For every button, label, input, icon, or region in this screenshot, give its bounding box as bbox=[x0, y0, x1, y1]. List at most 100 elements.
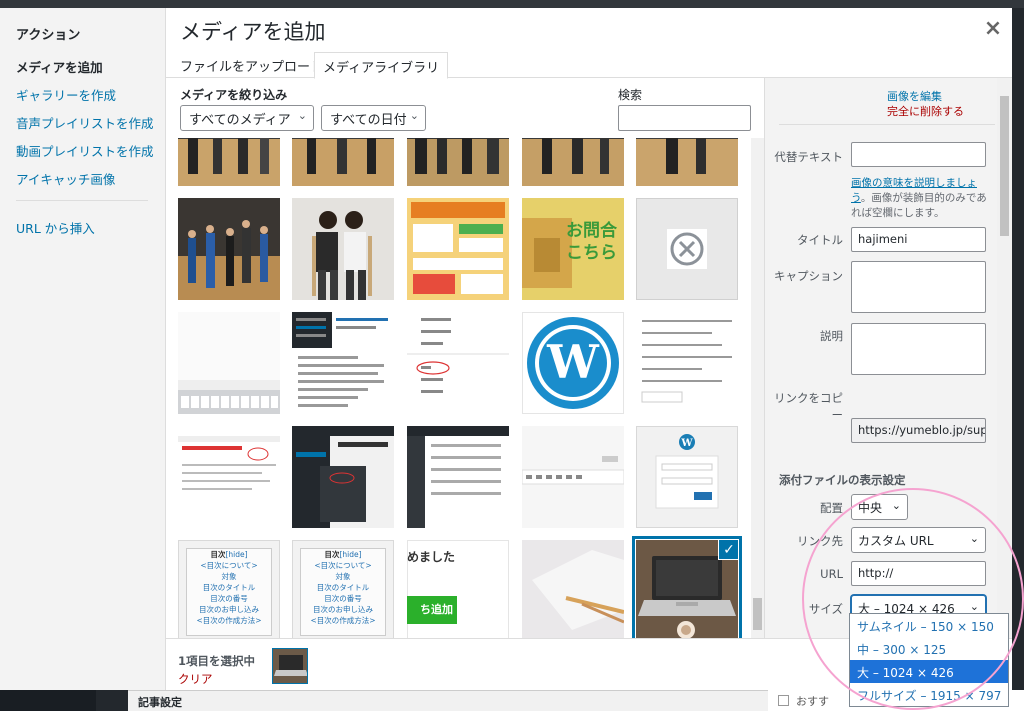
copy-link-label: リンクをコピー bbox=[774, 391, 843, 422]
attachment-photo-dance-3[interactable] bbox=[407, 138, 509, 186]
banner-button: ち追加 bbox=[407, 596, 457, 624]
chevron-down-icon: ⌄ bbox=[969, 600, 979, 613]
toc-item: 目次のお申し込み bbox=[313, 605, 373, 614]
size-option-full[interactable]: フルサイズ – 1915 × 797 bbox=[850, 683, 1008, 706]
check-icon[interactable]: ✓ bbox=[718, 540, 738, 560]
copy-link-input[interactable]: https://yumeblo.jp/suppo bbox=[851, 418, 986, 443]
chevron-down-icon: ⌄ bbox=[969, 532, 979, 545]
attachment-screenshot-dashboard-1[interactable] bbox=[292, 312, 394, 414]
selection-thumbnail[interactable] bbox=[272, 648, 308, 684]
url-label: URL bbox=[820, 567, 843, 581]
attachment-wordpress-logo[interactable]: W bbox=[522, 312, 624, 414]
description-textarea[interactable] bbox=[851, 323, 986, 375]
grid-scrollbar[interactable] bbox=[751, 138, 764, 638]
background-post-settings: 記事設定 bbox=[128, 690, 768, 711]
attachment-photo-pencils[interactable] bbox=[522, 540, 624, 638]
attachment-banner-add[interactable]: めました ち追加 bbox=[407, 540, 509, 638]
attachment-screenshot-menu[interactable] bbox=[407, 312, 509, 414]
router-tabs: ファイルをアップロード メディアライブラリ bbox=[166, 48, 1012, 79]
size-option-large[interactable]: 大 – 1024 × 426 bbox=[850, 660, 1008, 683]
grid-scrollbar-thumb[interactable] bbox=[753, 598, 762, 630]
background-admin-menu bbox=[0, 690, 96, 711]
attachment-no-image[interactable] bbox=[636, 198, 738, 300]
toc-header-label: 目次 bbox=[210, 550, 226, 559]
title-input[interactable]: hajimeni bbox=[851, 227, 986, 252]
tab-media-library[interactable]: メディアライブラリ bbox=[314, 52, 449, 79]
toc-box: 目次[hide] <目次について> 対象 目次のタイトル 目次の番号 目次のお申… bbox=[300, 548, 386, 636]
link-to-select[interactable]: カスタム URL ⌄ bbox=[851, 527, 986, 553]
attachment-photo-dance-class[interactable] bbox=[178, 198, 280, 300]
media-type-filter[interactable]: すべてのメディア ⌄ bbox=[180, 105, 314, 131]
delete-permanently-link[interactable]: 完全に削除する bbox=[887, 103, 964, 119]
attachment-photo-two-women[interactable] bbox=[292, 198, 394, 300]
attachment-photo-dance-4[interactable] bbox=[522, 138, 624, 186]
menu-item-video-playlist[interactable]: 動画プレイリストを作成 bbox=[16, 141, 154, 160]
attachment-screenshot-list[interactable] bbox=[407, 426, 509, 528]
attachment-toc-1[interactable]: 目次[hide] <目次について> 対象 目次のタイトル 目次の番号 目次のお申… bbox=[178, 540, 280, 638]
broken-image-icon bbox=[667, 229, 707, 269]
description-label: 説明 bbox=[820, 329, 843, 343]
checkbox bbox=[778, 695, 789, 706]
toc-item: <目次の作成方法> bbox=[196, 616, 262, 625]
alt-text-help-text: 。画像が装飾目的のみであれば空欄にします。 bbox=[851, 192, 987, 219]
toc-item: 対象 bbox=[221, 572, 237, 581]
attachment-screenshot-dashboard-2[interactable] bbox=[292, 426, 394, 528]
attachment-photo-laptop[interactable]: ✓ bbox=[636, 540, 738, 638]
toc-item: 目次のタイトル bbox=[202, 583, 256, 592]
attachments-grid: お問合 こちら W W 目次[hide] <目次について> 対象 目次のタイトル… bbox=[166, 138, 764, 638]
details-scrollbar[interactable] bbox=[997, 78, 1012, 638]
date-filter[interactable]: すべての日付 ⌄ bbox=[321, 105, 426, 131]
search-input[interactable] bbox=[618, 105, 751, 131]
link-to-select-value: カスタム URL bbox=[858, 534, 934, 548]
search-label: 検索 bbox=[618, 88, 643, 102]
attachment-photo-dance-2[interactable] bbox=[292, 138, 394, 186]
menu-item-add-media[interactable]: メディアを追加 bbox=[16, 57, 103, 76]
menu-item-create-gallery[interactable]: ギャラリーを作成 bbox=[16, 85, 116, 104]
alt-text-input[interactable] bbox=[851, 142, 986, 167]
details-separator bbox=[779, 124, 995, 125]
alignment-select[interactable]: 中央 ⌄ bbox=[851, 494, 908, 520]
filter-label: メディアを絞り込み bbox=[180, 88, 288, 102]
toc-item: 目次のタイトル bbox=[316, 583, 370, 592]
attachment-screenshot-form[interactable] bbox=[636, 312, 738, 414]
post-settings-label: 記事設定 bbox=[138, 696, 182, 709]
tab-upload-files[interactable]: ファイルをアップロード bbox=[172, 52, 331, 79]
menu-title: アクション bbox=[16, 28, 81, 43]
caption-label: キャプション bbox=[774, 269, 843, 283]
url-input[interactable]: http:// bbox=[851, 561, 986, 586]
clear-selection-link[interactable]: クリア bbox=[178, 671, 213, 687]
attachment-photo-dance-5[interactable] bbox=[636, 138, 738, 186]
media-modal: アクション メディアを追加 ギャラリーを作成 音声プレイリストを作成 動画プレイ… bbox=[0, 8, 1012, 690]
display-settings-title: 添付ファイルの表示設定 bbox=[779, 473, 906, 487]
close-icon[interactable]: × bbox=[980, 16, 1006, 42]
menu-item-insert-url[interactable]: URL から挿入 bbox=[16, 218, 95, 237]
details-scrollbar-thumb[interactable] bbox=[1000, 96, 1009, 236]
size-option-thumbnail[interactable]: サムネイル – 150 × 150 bbox=[850, 614, 1008, 637]
alt-text-label: 代替テキスト bbox=[774, 150, 843, 164]
attachment-screenshot-editor[interactable] bbox=[178, 426, 280, 528]
checkbox-label: おすす bbox=[796, 695, 829, 708]
link-to-label: リンク先 bbox=[797, 534, 843, 548]
attachment-toc-2[interactable]: 目次[hide] <目次について> 対象 目次のタイトル 目次の番号 目次のお申… bbox=[292, 540, 394, 638]
attachment-screenshot-toolbar[interactable] bbox=[522, 426, 624, 528]
menu-item-featured-image[interactable]: アイキャッチ画像 bbox=[16, 169, 115, 188]
chevron-down-icon: ⌄ bbox=[297, 109, 307, 122]
size-dropdown-list: サムネイル – 150 × 150 中 – 300 × 125 大 – 1024… bbox=[849, 613, 1009, 707]
svg-text:W: W bbox=[546, 335, 600, 389]
attachment-contact-banner[interactable]: お問合 こちら bbox=[522, 198, 624, 300]
selection-count: 1項目を選択中 bbox=[178, 654, 256, 668]
size-label: サイズ bbox=[808, 602, 843, 616]
toc-item: <目次の作成方法> bbox=[310, 616, 376, 625]
chevron-down-icon: ⌄ bbox=[409, 109, 419, 122]
edit-image-link[interactable]: 画像を編集 bbox=[887, 88, 942, 104]
contact-banner-text: お問合 こちら bbox=[566, 221, 617, 263]
attachment-photo-dance-1[interactable] bbox=[178, 138, 280, 186]
size-option-medium[interactable]: 中 – 300 × 125 bbox=[850, 637, 1008, 660]
menu-item-audio-playlist[interactable]: 音声プレイリストを作成 bbox=[16, 113, 154, 132]
caption-textarea[interactable] bbox=[851, 261, 986, 313]
attachment-screenshot-login[interactable]: W bbox=[636, 426, 738, 528]
toc-item: <目次について> bbox=[200, 561, 258, 570]
attachment-flyer-orange[interactable] bbox=[407, 198, 509, 300]
toc-item: 対象 bbox=[335, 572, 351, 581]
attachment-screenshot-keyboard[interactable] bbox=[178, 312, 280, 414]
